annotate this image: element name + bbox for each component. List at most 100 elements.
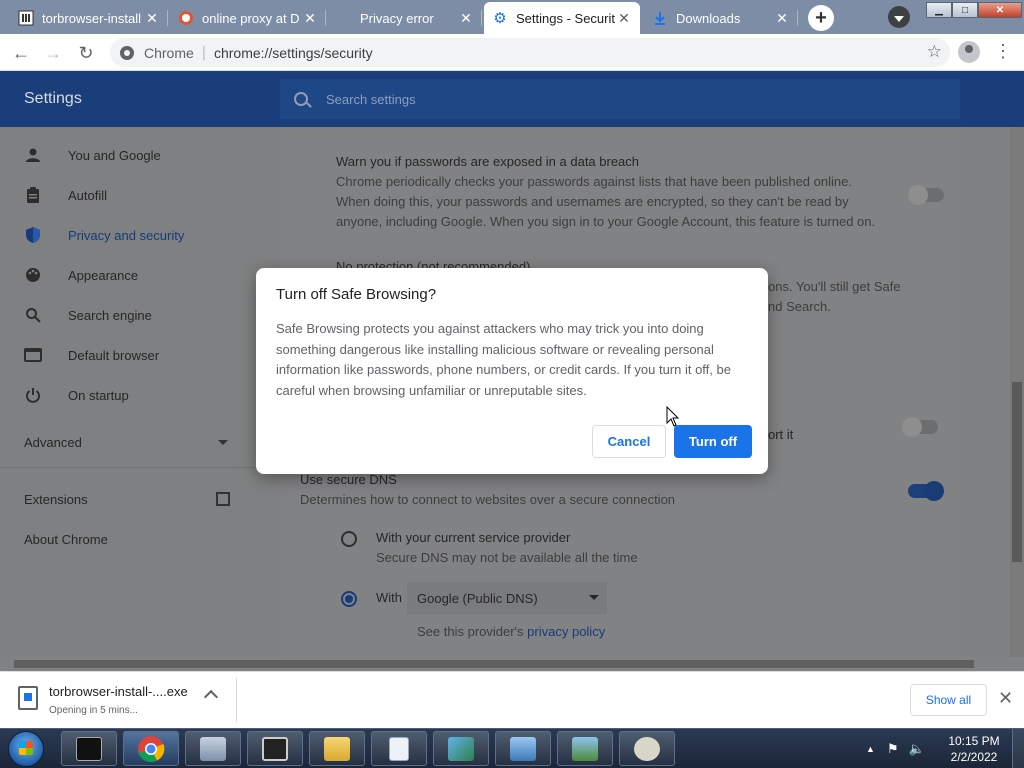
download-icon bbox=[652, 10, 668, 26]
window-close-button[interactable]: ✕ bbox=[978, 2, 1022, 18]
settings-search[interactable] bbox=[280, 79, 960, 119]
close-icon[interactable]: ✕ bbox=[774, 10, 790, 27]
dns-option-current-sub: Secure DNS may not be available all the … bbox=[376, 550, 638, 565]
chevron-up-icon[interactable] bbox=[203, 689, 219, 705]
back-button[interactable]: ← bbox=[9, 41, 33, 65]
start-button[interactable] bbox=[8, 731, 44, 767]
tab-proxy[interactable]: online proxy at D ✕ bbox=[170, 2, 326, 34]
close-icon[interactable]: ✕ bbox=[998, 688, 1013, 709]
tab-strip: torbrowser-install ✕ online proxy at D ✕… bbox=[0, 0, 1024, 34]
terminal-icon[interactable] bbox=[247, 731, 303, 766]
new-tab-button[interactable]: + bbox=[808, 5, 834, 31]
provider-policy-prefix: See this provider's bbox=[417, 624, 524, 639]
dns-provider-select[interactable]: Google (Public DNS) bbox=[407, 582, 607, 614]
site-label: Chrome bbox=[144, 44, 194, 61]
palette-icon bbox=[24, 266, 42, 284]
sidebar-item-autofill[interactable]: Autofill bbox=[0, 175, 107, 215]
blank-favicon bbox=[336, 10, 352, 26]
dns-custom-provider-radio[interactable] bbox=[341, 591, 357, 607]
minimize-button[interactable]: ▁ bbox=[926, 2, 952, 18]
forward-button[interactable]: → bbox=[41, 41, 65, 65]
sidebar-item-label: Default browser bbox=[68, 347, 160, 363]
dns-current-provider-radio[interactable] bbox=[341, 531, 357, 547]
show-desktop-button[interactable] bbox=[1012, 729, 1024, 768]
sidebar-item-you-and-google[interactable]: You and Google bbox=[0, 135, 161, 175]
folder-icon[interactable] bbox=[309, 731, 365, 766]
file-icon bbox=[18, 686, 38, 710]
reload-button[interactable]: ↻ bbox=[74, 41, 98, 65]
shield-icon bbox=[24, 226, 42, 244]
download-status: Opening in 5 mins... bbox=[49, 705, 138, 716]
volume-icon[interactable]: 🔈 bbox=[909, 741, 925, 757]
url-text[interactable]: chrome://settings/security bbox=[214, 45, 373, 61]
scrollbar-thumb[interactable] bbox=[14, 660, 974, 668]
partial-text: ons. You'll still get Safe bbox=[768, 279, 901, 294]
cancel-button[interactable]: Cancel bbox=[592, 425, 666, 458]
tab-settings[interactable]: ⚙ Settings - Securit ✕ bbox=[484, 2, 640, 34]
sidebar-item-label: Privacy and security bbox=[68, 227, 185, 243]
sidebar-item-appearance[interactable]: Appearance bbox=[0, 255, 138, 295]
url-separator: | bbox=[201, 43, 206, 61]
tab-title: online proxy at D bbox=[202, 10, 300, 26]
address-bar[interactable]: Chrome | chrome://settings/security ☆ bbox=[110, 38, 950, 67]
windows-taskbar: ▲ ⚑ 🔈 10:15 PM 2/2/2022 bbox=[0, 728, 1024, 768]
close-icon[interactable]: ✕ bbox=[458, 10, 474, 27]
sidebar-about-chrome[interactable]: About Chrome bbox=[24, 532, 108, 547]
network-icon[interactable] bbox=[185, 731, 241, 766]
toggle-knob bbox=[924, 481, 944, 501]
close-icon[interactable]: ✕ bbox=[616, 10, 632, 27]
secure-dns-toggle[interactable] bbox=[908, 481, 944, 501]
tab-search-button[interactable] bbox=[888, 6, 910, 28]
clipboard-icon bbox=[24, 186, 42, 204]
sidebar-item-label: You and Google bbox=[68, 147, 161, 163]
scrollbar-thumb[interactable] bbox=[1012, 382, 1022, 562]
turn-off-button[interactable]: Turn off bbox=[674, 425, 752, 458]
tab-torbrowser[interactable]: torbrowser-install ✕ bbox=[10, 2, 168, 34]
troll-face-icon[interactable] bbox=[619, 731, 675, 766]
cmd-icon[interactable] bbox=[61, 731, 117, 766]
external-link-icon[interactable] bbox=[216, 492, 230, 506]
profile-avatar[interactable] bbox=[958, 41, 980, 63]
download-shelf: torbrowser-install-....exe Opening in 5 … bbox=[0, 671, 1024, 728]
tab-title: Settings - Securit bbox=[516, 10, 615, 26]
tab-downloads[interactable]: Downloads ✕ bbox=[644, 2, 798, 34]
privacy-policy-link[interactable]: privacy policy bbox=[527, 624, 605, 639]
tray-expand-icon[interactable]: ▲ bbox=[866, 744, 875, 754]
sidebar-item-privacy[interactable]: Privacy and security bbox=[0, 215, 184, 255]
bookmark-star-icon[interactable]: ☆ bbox=[927, 42, 942, 62]
download-filename[interactable]: torbrowser-install-....exe bbox=[49, 684, 188, 699]
search-input[interactable] bbox=[326, 91, 726, 107]
dialog-body: Safe Browsing protects you against attac… bbox=[276, 321, 731, 398]
chevron-down-icon[interactable] bbox=[218, 440, 228, 445]
sidebar-item-search-engine[interactable]: Search engine bbox=[0, 295, 152, 335]
maximize-button[interactable]: □ bbox=[952, 2, 978, 18]
browser-toolbar: ← → ↻ Chrome | chrome://settings/securit… bbox=[0, 34, 1024, 71]
turn-off-safe-browsing-dialog: Turn off Safe Browsing? Safe Browsing pr… bbox=[256, 268, 768, 474]
breach-warning-toggle[interactable] bbox=[908, 185, 944, 205]
cube-icon[interactable] bbox=[433, 731, 489, 766]
sidebar-item-on-startup[interactable]: On startup bbox=[0, 375, 129, 415]
sidebar-advanced[interactable]: Advanced bbox=[24, 435, 82, 450]
tab-privacy-error[interactable]: Privacy error ✕ bbox=[328, 2, 482, 34]
close-icon[interactable]: ✕ bbox=[144, 10, 160, 27]
taskbar-clock[interactable]: 10:15 PM 2/2/2022 bbox=[944, 733, 1004, 765]
dialog-title: Turn off Safe Browsing? bbox=[276, 286, 437, 303]
close-icon[interactable]: ✕ bbox=[302, 10, 318, 27]
provider-policy-line: See this provider's privacy policy bbox=[417, 622, 605, 642]
gear-icon: ⚙ bbox=[493, 10, 507, 27]
breach-warning-desc-1: Chrome periodically checks your password… bbox=[336, 174, 852, 189]
control-panel-icon[interactable] bbox=[495, 731, 551, 766]
chrome-icon[interactable] bbox=[123, 731, 179, 766]
clock-date: 2/2/2022 bbox=[950, 750, 998, 764]
setting-toggle[interactable] bbox=[902, 417, 938, 437]
mouse-cursor-icon bbox=[666, 406, 680, 427]
show-all-button[interactable]: Show all bbox=[910, 684, 987, 716]
sidebar-extensions[interactable]: Extensions bbox=[24, 492, 88, 507]
flag-icon[interactable]: ⚑ bbox=[887, 741, 899, 757]
sidebar-item-label: Search engine bbox=[68, 307, 152, 323]
menu-icon[interactable]: ⋮ bbox=[994, 41, 1012, 62]
dns-option-with: With bbox=[376, 590, 402, 605]
image-viewer-icon[interactable] bbox=[557, 731, 613, 766]
document-icon[interactable] bbox=[371, 731, 427, 766]
sidebar-item-default-browser[interactable]: Default browser bbox=[0, 335, 159, 375]
